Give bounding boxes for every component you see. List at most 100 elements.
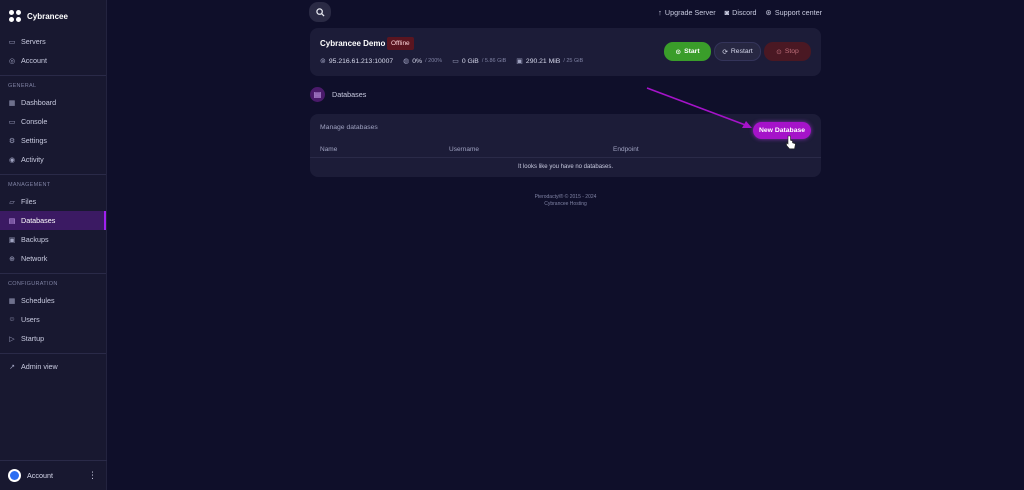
column-endpoint: Endpoint (613, 146, 639, 153)
cpu-stat: ◍ 0% / 200% (403, 57, 443, 66)
sidebar-item-users[interactable]: ☺ Users (0, 310, 106, 329)
footer-hosting: Cybrancee Hosting (544, 201, 587, 207)
sidebar-item-network[interactable]: ⊕ Network (0, 249, 106, 268)
brand-name: Cybrancee (27, 11, 68, 21)
cpu-value: 0% (412, 57, 423, 65)
status-badge: Offline (387, 37, 414, 50)
sidebar-item-servers[interactable]: ▭ Servers (0, 32, 106, 51)
terminal-icon: ▭ (8, 118, 16, 126)
sidebar-item-activity[interactable]: ◉ Activity (0, 150, 106, 169)
more-vertical-icon[interactable]: ⋮ (88, 470, 107, 481)
footer: Pterodactyl® © 2015 - 2024 Cybrancee Hos… (310, 194, 821, 208)
disk-limit: / 25 GiB (563, 58, 584, 64)
sidebar-item-label: Console (21, 117, 48, 126)
sidebar-item-backups[interactable]: ▣ Backups (0, 230, 106, 249)
account-menu[interactable]: Account ⋮ (0, 460, 107, 490)
column-username: Username (449, 146, 479, 153)
stop-button[interactable]: ⊙ Stop (764, 42, 811, 61)
server-stats: ⊚ 95.216.61.213:10007 ◍ 0% / 200% ▭ 0 Gi… (320, 57, 584, 66)
play-circle-icon: ⊙ (675, 48, 682, 56)
search-icon (315, 7, 325, 17)
server-icon: ▭ (8, 38, 16, 46)
sidebar-item-label: Settings (21, 136, 47, 145)
sidebar-item-startup[interactable]: ▷ Startup (0, 329, 106, 348)
calendar-icon: ▦ (8, 297, 16, 305)
sidebar-divider (0, 353, 106, 354)
start-label: Start (684, 48, 700, 55)
sidebar-item-label: Startup (21, 334, 45, 343)
sidebar-item-label: Users (21, 315, 40, 324)
archive-icon: ▣ (8, 236, 16, 244)
sidebar-item-label: Admin view (21, 362, 58, 371)
sidebar-item-label: Backups (21, 235, 49, 244)
sidebar-item-admin-view[interactable]: ↗ Admin view (0, 357, 106, 376)
sidebar-item-settings[interactable]: ⚙ Settings (0, 131, 106, 150)
sidebar-item-files[interactable]: ▱ Files (0, 192, 106, 211)
sidebar-divider (0, 273, 106, 274)
sidebar-item-label: Network (21, 254, 48, 263)
sidebar-item-dashboard[interactable]: ▦ Dashboard (0, 93, 106, 112)
search-button[interactable] (309, 2, 331, 22)
sidebar: Cybrancee ▭ Servers ◎ Account GENERAL ▦ … (0, 0, 107, 490)
restart-label: Restart (730, 48, 753, 55)
table-header: Name Username Endpoint (320, 146, 811, 157)
avatar (8, 469, 21, 482)
grid-icon: ▦ (8, 99, 16, 107)
restart-button[interactable]: ⟳ Restart (714, 42, 761, 61)
stop-label: Stop (784, 48, 799, 55)
arrow-up-icon: ↑ (658, 8, 662, 17)
memory-icon: ▭ (452, 58, 459, 65)
cpu-icon: ◍ (403, 58, 410, 65)
cpu-limit: / 200% (425, 58, 443, 64)
disk-value: 290.21 MiB (525, 57, 561, 65)
stop-circle-icon: ⊙ (776, 48, 782, 56)
external-link-icon: ↗ (9, 363, 15, 371)
memory-value: 0 GiB (461, 57, 479, 65)
server-name: Cybrancee Demo (320, 39, 386, 48)
sidebar-item-label: Databases (21, 216, 56, 225)
start-button[interactable]: ⊙ Start (664, 42, 711, 61)
discord-icon: ◙ (724, 8, 730, 17)
upgrade-server-link[interactable]: ↑ Upgrade Server (658, 8, 716, 17)
sidebar-item-console[interactable]: ▭ Console (0, 112, 106, 131)
section-configuration: CONFIGURATION (8, 281, 58, 287)
play-icon: ▷ (9, 335, 15, 343)
database-icon: ▤ (310, 87, 325, 102)
sidebar-item-databases[interactable]: ▤ Databases (0, 211, 106, 230)
section-general: GENERAL (8, 83, 37, 89)
sidebar-divider (0, 174, 106, 175)
gear-icon: ⚙ (8, 137, 16, 145)
upgrade-server-label: Upgrade Server (664, 8, 716, 17)
globe-icon: ⊕ (9, 255, 15, 263)
page-title: Databases (332, 90, 367, 99)
column-name: Name (320, 146, 338, 153)
folder-icon: ▱ (9, 198, 15, 206)
sidebar-item-label: Dashboard (21, 98, 57, 107)
address-value: 95.216.61.213:10007 (328, 57, 394, 65)
sidebar-item-label: Account (21, 56, 47, 65)
section-management: MANAGEMENT (8, 182, 51, 188)
empty-message: It looks like you have no databases. (517, 164, 614, 170)
support-center-link[interactable]: ⊛ Support center (766, 8, 822, 17)
discord-link[interactable]: ◙ Discord (725, 8, 757, 17)
eye-icon: ◉ (8, 156, 16, 164)
sidebar-item-label: Schedules (21, 296, 55, 305)
new-database-button[interactable]: New Database (753, 122, 811, 139)
support-center-label: Support center (774, 8, 822, 17)
brand[interactable]: Cybrancee (0, 0, 106, 32)
databases-card: Manage databases New Database Name Usern… (310, 114, 821, 177)
table-divider (310, 157, 821, 158)
brand-logo-icon (9, 10, 21, 22)
user-icon: ◎ (8, 57, 16, 65)
sidebar-item-schedules[interactable]: ▦ Schedules (0, 291, 106, 310)
server-card: Cybrancee Demo Offline ⊚ 95.216.61.213:1… (310, 28, 821, 76)
sidebar-item-account[interactable]: ◎ Account (0, 51, 106, 70)
refresh-icon: ⟳ (722, 48, 728, 56)
network-icon: ⊚ (320, 58, 326, 65)
address-stat: ⊚ 95.216.61.213:10007 (320, 57, 394, 66)
memory-stat: ▭ 0 GiB / 5.86 GiB (452, 57, 506, 66)
sidebar-item-label: Servers (21, 37, 46, 46)
disk-icon: ▣ (516, 58, 523, 65)
sidebar-item-label: Files (21, 197, 37, 206)
account-label: Account (27, 471, 53, 480)
